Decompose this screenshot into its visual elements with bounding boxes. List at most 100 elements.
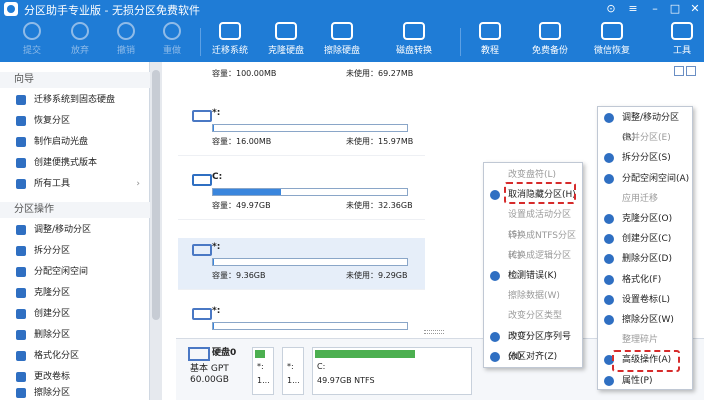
minimize-button[interactable]: – (648, 2, 662, 16)
label-icon (16, 372, 26, 382)
disk-partition-block[interactable]: *: 1... (252, 347, 274, 395)
split-icon (604, 153, 614, 164)
sidebar-item-allocate-free[interactable]: 分配空闲空间 (0, 262, 150, 282)
usage-bar (212, 188, 408, 196)
disk-convert-button[interactable]: 磁盘转换 (390, 22, 438, 62)
discard-icon (71, 22, 89, 40)
partition-free: 未使用：9.29GB (346, 271, 408, 280)
partition-block-label: *: (257, 362, 264, 371)
menu-icon[interactable]: ≡ (626, 2, 640, 16)
disk-partition-block[interactable]: C: 49.97GB NTFS (312, 347, 472, 395)
menu-item: 应用迁移 (622, 193, 659, 204)
sidebar-item-wipe[interactable]: 擦除分区 (0, 386, 150, 400)
menu-item[interactable]: 克隆分区(O) (598, 209, 692, 229)
partition-card[interactable]: C: 容量：49.97GB 未使用：32.36GB (178, 168, 425, 220)
sidebar-item-resize-move[interactable]: 调整/移动分区 (0, 220, 150, 240)
wechat-restore-button[interactable]: 微信恢复 (588, 22, 636, 62)
clone-disk-icon (275, 22, 297, 40)
sidebar-item-recover-partition[interactable]: 恢复分区 (0, 111, 150, 131)
partition-label: C: (212, 172, 223, 182)
tools-button[interactable]: 工具 (658, 22, 704, 62)
partition-block-capacity: 1... (287, 376, 300, 385)
menu-item[interactable]: 格式化(F) (598, 270, 692, 290)
free-backup-button[interactable]: 免费备份 (526, 22, 574, 62)
submit-icon (23, 22, 41, 40)
scrollbar-thumb[interactable] (152, 70, 160, 320)
split-icon (16, 246, 26, 256)
menu-item[interactable]: 拆分分区(S) (598, 148, 692, 168)
partition-label: *: (212, 306, 221, 316)
redo-button[interactable]: 重做 (148, 22, 196, 62)
delete-icon (16, 330, 26, 340)
menu-item[interactable]: 分区对齐(Z) (484, 347, 582, 367)
menu-item[interactable]: 改变分区序列号(N) (484, 327, 582, 362)
disk-icon (188, 347, 210, 361)
tools-icon (671, 22, 693, 40)
clone-disk-button[interactable]: 克隆硬盘 (262, 22, 310, 62)
close-button[interactable]: ✕ (688, 2, 702, 16)
menu-item: 改变分区类型ID(T) (508, 311, 563, 342)
toolbar-separator (460, 28, 461, 56)
partition-card-selected[interactable]: *: 容量：9.36GB 未使用：9.29GB (178, 238, 425, 290)
panel-splitter[interactable] (424, 330, 444, 334)
windows-icon (192, 174, 212, 186)
grid-icon (16, 179, 26, 189)
portable-icon (16, 158, 26, 168)
partition-context-menu: 调整/移动分区(R) 合并分区(E) 拆分分区(S) 分配空闲空间(A) 应用迁移 克隆分… (597, 106, 693, 390)
sidebar-item-all-tools[interactable]: 所有工具 › (0, 174, 150, 194)
usage-bar (212, 124, 408, 132)
sidebar-item-clone[interactable]: 克隆分区 (0, 283, 150, 303)
usage-bar (212, 258, 408, 266)
highlight-unhide-partition (504, 182, 576, 204)
undo-button[interactable]: 撤销 (102, 22, 150, 62)
menu-item[interactable]: 检测错误(K) (484, 266, 582, 286)
usage-bar (212, 322, 408, 330)
resize-icon (604, 113, 614, 123)
sidebar-item-boot-disc[interactable]: 制作启动光盘 (0, 132, 150, 152)
partition-block-label: *: (287, 362, 294, 371)
menu-item[interactable]: 擦除分区(W) (598, 310, 692, 330)
sidebar-scrollbar[interactable] (150, 62, 162, 400)
tutorial-button[interactable]: 教程 (466, 22, 514, 62)
drive-icon (192, 244, 212, 256)
window-title: 分区助手专业版 - 无损分区免费软件 (24, 4, 200, 17)
ops-section-title: 分区操作 (0, 202, 150, 218)
sidebar-item-portable-version[interactable]: 创建便携式版本 (0, 153, 150, 173)
partition-usage-fill (255, 350, 265, 358)
maximize-button[interactable]: □ (668, 2, 682, 16)
disk-partition-block[interactable]: *: 1... (282, 347, 304, 395)
undo-icon (117, 22, 135, 40)
menu-item[interactable]: 设置卷标(L) (598, 290, 692, 310)
allocate-icon (16, 267, 26, 277)
sidebar-item-format[interactable]: 格式化分区 (0, 346, 150, 366)
highlight-advanced-ops (612, 350, 680, 372)
sidebar-item-delete[interactable]: 删除分区 (0, 325, 150, 345)
sidebar-item-change-label[interactable]: 更改卷标 (0, 367, 150, 387)
usage-fill (213, 259, 215, 265)
sidebar-item-create[interactable]: 创建分区 (0, 304, 150, 324)
recover-icon (16, 116, 26, 126)
menu-item: 整理碎片 (622, 335, 659, 346)
partition-capacity: 容量：49.97GB (212, 201, 271, 210)
submit-button[interactable]: 提交 (8, 22, 56, 62)
menu-item[interactable]: 调整/移动分区(R) (598, 108, 692, 143)
sidebar-item-split[interactable]: 拆分分区 (0, 241, 150, 261)
list-view-icon[interactable] (674, 66, 684, 76)
partition-block-label: C: (317, 362, 326, 371)
sidebar-item-migrate-ssd[interactable]: 迁移系统到固态硬盘 (0, 90, 150, 110)
disk-type: 基本 GPT (190, 364, 229, 374)
discard-button[interactable]: 放弃 (56, 22, 104, 62)
migrate-system-button[interactable]: 迁移系统 (206, 22, 254, 62)
partition-free: 未使用：32.36GB (346, 201, 413, 210)
menu-item[interactable]: 属性(P) (598, 371, 692, 391)
disc-icon (16, 137, 26, 147)
menu-item[interactable]: 删除分区(D) (598, 249, 692, 269)
grid-view-icon[interactable] (686, 66, 696, 76)
skin-icon[interactable]: ⊙ (604, 2, 618, 16)
partition-card[interactable]: *: 容量：16.00MB 未使用：15.97MB (178, 104, 425, 156)
menu-item[interactable]: 分配空闲空间(A) (598, 169, 692, 189)
partition-label: *: (212, 108, 221, 118)
menu-item[interactable]: 创建分区(C) (598, 229, 692, 249)
wipe-disk-button[interactable]: 擦除硬盘 (318, 22, 366, 62)
view-toggle[interactable] (674, 66, 698, 78)
